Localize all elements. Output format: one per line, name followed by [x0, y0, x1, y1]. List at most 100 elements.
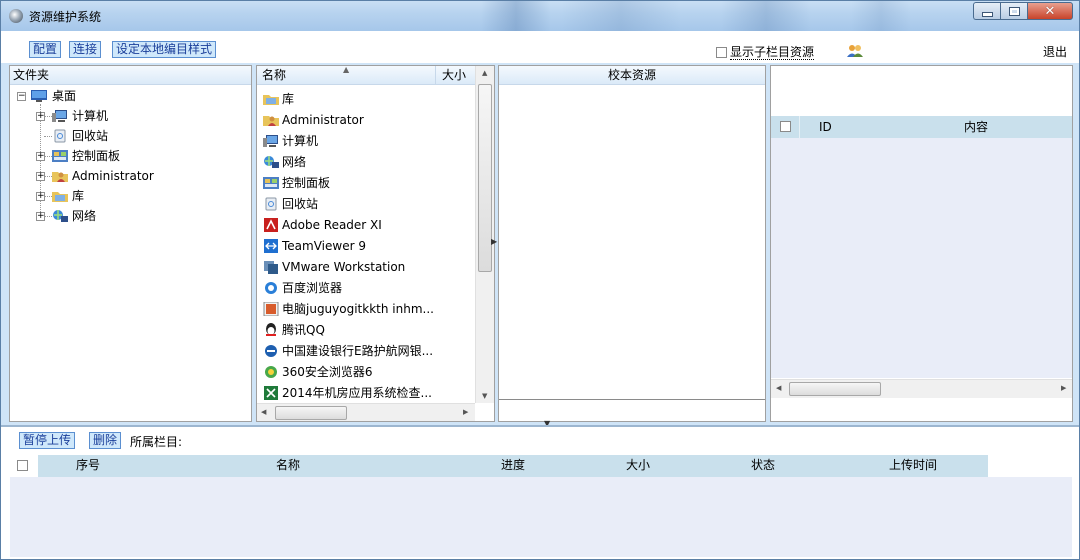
column-header-upload-time[interactable]: 上传时间 — [838, 455, 988, 475]
tree-item-desktop[interactable]: − 桌面 — [10, 87, 250, 105]
tree-item-network[interactable]: + 网络 — [10, 207, 250, 225]
scroll-thumb[interactable] — [478, 84, 492, 272]
app-icon — [9, 9, 23, 23]
tree-label-recycle-bin: 回收站 — [72, 129, 109, 143]
scroll-down-icon[interactable]: ▼ — [482, 392, 487, 400]
expand-icon[interactable]: + — [36, 152, 45, 161]
users-icon[interactable] — [847, 44, 863, 58]
list-item-label: 中国建设银行E路护航网银... — [282, 344, 434, 358]
pause-upload-button[interactable]: 暂停上传 — [19, 432, 76, 449]
recycle-bin-icon — [265, 197, 277, 211]
main-toolbar: 配置 连接 设定本地编目样式 显示子栏目资源 退出 — [1, 31, 1079, 63]
content-horizontal-scrollbar[interactable]: ◀ ▶ — [771, 379, 1072, 398]
column-header-id[interactable]: ID — [819, 117, 832, 137]
tree-item-library[interactable]: + 库 — [10, 187, 250, 205]
list-item-label: VMware Workstation — [282, 260, 406, 274]
column-header-name[interactable]: 名称 — [138, 455, 438, 475]
list-item-label: 回收站 — [282, 197, 319, 211]
maximize-button[interactable] — [1000, 2, 1027, 20]
title-decoration — [561, 1, 681, 31]
expand-icon[interactable]: + — [36, 212, 45, 221]
splitter-arrow-icon[interactable]: ▶ — [491, 237, 497, 246]
title-bar: 资源维护系统 ✕ — [1, 1, 1079, 31]
column-header-name[interactable]: 名称 — [262, 66, 286, 84]
column-divider — [435, 66, 436, 84]
list-item-label: 网络 — [282, 155, 307, 169]
app-shortcut-icon — [263, 302, 279, 316]
proof-resource-panel: 校本资源 — [498, 65, 766, 422]
360-browser-icon — [265, 366, 277, 378]
tree-item-administrator[interactable]: + Administrator — [10, 167, 250, 185]
baidu-browser-icon — [265, 282, 277, 294]
column-header-content[interactable]: 内容 — [964, 117, 988, 137]
tree-item-recycle-bin[interactable]: 回收站 — [10, 127, 250, 145]
list-item-label: 控制面板 — [282, 176, 331, 190]
library-icon — [263, 95, 279, 105]
upload-grid-body[interactable] — [10, 477, 1072, 557]
file-list-panel: 名称 ▲ 大小 库 Administrator 计算机 网络 控制面板 回收站 — [256, 65, 495, 422]
file-list-vertical-scrollbar[interactable]: ▲ ▼ — [475, 66, 494, 403]
user-folder-icon — [263, 116, 279, 126]
content-panel: ID 内容 ◀ ▶ — [770, 65, 1073, 422]
tree-label-administrator: Administrator — [72, 169, 154, 183]
app-window: 资源维护系统 ✕ 配置 连接 设定本地编目样式 显示子栏目资源 退出 文件夹 −… — [0, 0, 1080, 560]
local-catalog-style-button[interactable]: 设定本地编目样式 — [112, 41, 217, 58]
file-list-header: 名称 ▲ 大小 — [257, 66, 494, 85]
user-folder-icon — [52, 172, 68, 182]
category-label: 所属栏目: — [130, 435, 183, 449]
network-icon — [264, 156, 279, 168]
expand-icon[interactable]: + — [36, 172, 45, 181]
folder-tree-panel: 文件夹 − 桌面 + 计算机 回收站 + 控制面板 + Administrato… — [9, 65, 252, 422]
proof-resource-list[interactable] — [499, 85, 765, 400]
tree-item-control-panel[interactable]: + 控制面板 — [10, 147, 250, 165]
file-list-horizontal-scrollbar[interactable]: ◀ ▶ — [257, 403, 475, 421]
control-panel-icon — [52, 150, 68, 162]
column-header-index[interactable]: 序号 — [38, 455, 138, 475]
teamviewer-icon — [264, 239, 278, 253]
select-all-checkbox[interactable] — [17, 460, 28, 471]
minimize-button[interactable] — [973, 2, 1000, 20]
expand-icon[interactable]: + — [36, 112, 45, 121]
scroll-right-icon[interactable]: ▶ — [1061, 384, 1066, 392]
show-sub-resources-label: 显示子栏目资源 — [730, 45, 815, 60]
maximize-icon — [1008, 6, 1020, 16]
window-title: 资源维护系统 — [29, 10, 102, 24]
column-header-size[interactable]: 大小 — [588, 455, 688, 475]
delete-button[interactable]: 删除 — [89, 432, 122, 449]
connect-button[interactable]: 连接 — [69, 41, 102, 58]
column-divider — [799, 116, 800, 138]
qq-icon — [266, 323, 276, 336]
tree-label-desktop: 桌面 — [52, 89, 77, 103]
select-all-checkbox[interactable] — [780, 121, 791, 132]
list-item-label: TeamViewer 9 — [282, 239, 366, 253]
minimize-icon — [981, 11, 993, 17]
desktop-icon — [31, 90, 47, 102]
scroll-right-icon[interactable]: ▶ — [463, 408, 468, 416]
column-header-size[interactable]: 大小 — [442, 66, 466, 84]
sort-ascending-icon: ▲ — [343, 65, 350, 74]
scroll-up-icon[interactable]: ▲ — [482, 69, 487, 77]
column-header-progress[interactable]: 进度 — [438, 455, 588, 475]
scroll-thumb[interactable] — [275, 406, 347, 420]
exit-button[interactable]: 退出 — [1043, 43, 1067, 60]
expand-icon[interactable]: + — [36, 192, 45, 201]
scroll-left-icon[interactable]: ◀ — [776, 384, 781, 392]
config-button[interactable]: 配置 — [29, 41, 62, 58]
proof-resource-header: 校本资源 — [499, 66, 765, 85]
excel-file-icon — [264, 386, 278, 400]
upload-area: 暂停上传 删除 所属栏目: 序号 名称 进度 大小 状态 上传时间 — [1, 425, 1079, 559]
tree-item-computer[interactable]: + 计算机 — [10, 107, 250, 125]
content-grid-body[interactable] — [771, 138, 1072, 378]
list-item-label: 360安全浏览器6 — [282, 365, 373, 379]
scroll-thumb[interactable] — [789, 382, 881, 396]
show-sub-resources-toggle[interactable]: 显示子栏目资源 — [716, 43, 815, 60]
list-item-label: 腾讯QQ — [282, 323, 325, 337]
collapse-icon[interactable]: − — [17, 92, 26, 101]
title-decoration — [851, 1, 911, 31]
list-item-label: 百度浏览器 — [282, 281, 343, 295]
library-icon — [52, 192, 68, 202]
scroll-left-icon[interactable]: ◀ — [261, 408, 266, 416]
column-header-status[interactable]: 状态 — [688, 455, 838, 475]
close-button[interactable]: ✕ — [1027, 2, 1073, 20]
show-sub-resources-checkbox[interactable] — [716, 47, 727, 58]
